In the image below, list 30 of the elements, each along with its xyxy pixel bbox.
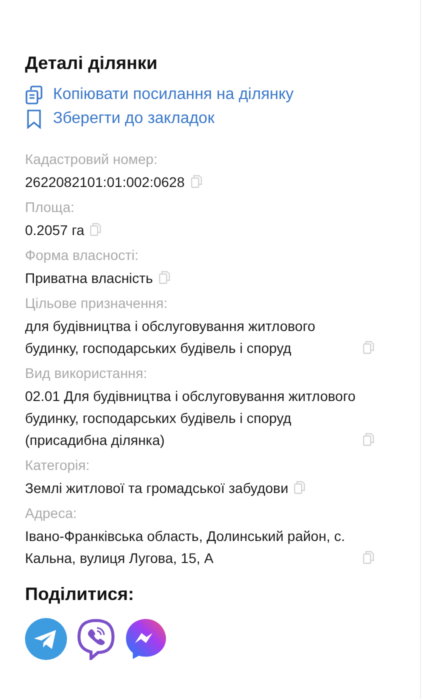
field-label: Категорія: xyxy=(25,456,91,475)
copy-icon[interactable] xyxy=(363,551,374,564)
share-title: Поділитися: xyxy=(25,583,136,606)
viber-button[interactable] xyxy=(75,618,117,660)
bookmark-icon xyxy=(25,109,43,129)
section-title: Деталі ділянки xyxy=(25,52,158,75)
field-value: 02.01 Для будівництва і обслуговування житлового будинку, господарських будівель і споруд (присадибна ділянка) xyxy=(25,387,357,450)
copy-icon[interactable] xyxy=(190,175,202,188)
copy-icon[interactable] xyxy=(363,341,374,354)
copy-icon[interactable] xyxy=(363,433,374,446)
field-label: Форма власності: xyxy=(25,246,140,265)
copy-icon[interactable] xyxy=(158,271,170,284)
copy-icon[interactable] xyxy=(90,223,102,236)
copy-icon[interactable] xyxy=(294,481,306,494)
field-label: Вид використання: xyxy=(25,364,148,383)
field-value: Івано-Франківська область, Долинський район, с. Кальна, вулиця Лугова, 15, А xyxy=(25,527,346,568)
bookmark-link[interactable]: Зберегти до закладок xyxy=(25,107,404,131)
field-label: Кадастровий номер: xyxy=(25,150,158,169)
field-value: 0.2057 га xyxy=(25,221,84,240)
field-label: Площа: xyxy=(25,198,76,217)
field-label: Адреса: xyxy=(25,504,78,523)
copy-link[interactable]: Копіювати посилання на ділянку xyxy=(25,83,404,107)
field-value: для будівництва і обслуговування житлового будинку, господарських будівель і споруд xyxy=(25,317,316,358)
telegram-button[interactable] xyxy=(25,618,67,660)
field-value: 2622082101:01:002:0628 xyxy=(25,173,185,192)
field-value: Землі житлової та громадської забудови xyxy=(25,479,288,498)
field-label: Цільове призначення: xyxy=(25,294,169,313)
copy-icon xyxy=(25,85,43,105)
field-value: Приватна власність xyxy=(25,269,153,288)
messenger-button[interactable] xyxy=(125,618,167,660)
